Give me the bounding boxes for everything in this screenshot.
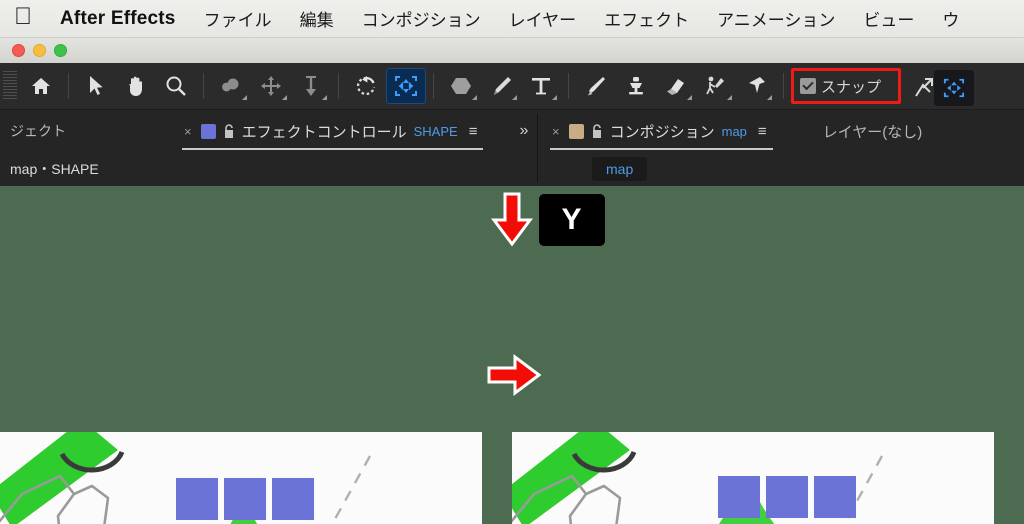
tab-layer-none[interactable]: レイヤー(なし) xyxy=(823,121,923,142)
tab-sublabel: map xyxy=(721,123,747,139)
snap-highlight-box: スナップ xyxy=(791,68,901,104)
close-icon[interactable]: × xyxy=(184,124,194,139)
right-panel: × コンポジション map ≡ レイヤー(なし) map xyxy=(540,110,1024,186)
effect-controls-subtitle-row: map・SHAPE xyxy=(0,152,538,186)
snap-checkbox[interactable] xyxy=(800,78,816,94)
screenshot-root:  After Effects ファイル 編集 コンポジション レイヤー エフェ… xyxy=(0,0,1024,524)
tab-effect-controls[interactable]: × エフェクトコントロール SHAPE ≡ xyxy=(180,114,485,150)
tab-label: エフェクトコントロール xyxy=(241,123,407,141)
minimize-traffic-light[interactable] xyxy=(33,44,46,57)
selection-tool-icon[interactable] xyxy=(76,68,116,104)
shape-tool-icon[interactable] xyxy=(441,68,481,104)
after-comp-viewport[interactable] xyxy=(512,432,994,524)
layer-color-swatch xyxy=(200,123,216,139)
menubar-item-animation[interactable]: アニメーション xyxy=(703,6,849,31)
composition-breadcrumb-row: map xyxy=(540,152,1024,186)
zoom-tool-icon[interactable] xyxy=(156,68,196,104)
home-icon[interactable] xyxy=(21,68,61,104)
type-tool-icon[interactable] xyxy=(521,68,561,104)
menubar-item-composition[interactable]: コンポジション xyxy=(348,6,495,31)
toolbar-separator xyxy=(203,73,204,99)
dolly-camera-tool-icon[interactable] xyxy=(291,68,331,104)
key-hint-label: Y xyxy=(561,203,583,236)
before-comp-viewport[interactable] xyxy=(0,432,482,524)
toolbar-separator xyxy=(68,73,69,99)
menubar-app-name[interactable]: After Effects xyxy=(46,8,190,30)
tab-label: コンポジション xyxy=(609,123,715,141)
left-panel: ジェクト × エフェクトコントロール SHAPE ≡ » map・SHAPE xyxy=(0,110,538,186)
lock-icon[interactable] xyxy=(591,123,603,139)
red-right-arrow-icon xyxy=(487,354,542,396)
menubar-item-layer[interactable]: レイヤー xyxy=(495,6,591,31)
red-down-arrow-icon xyxy=(491,192,533,247)
pen-tool-icon[interactable] xyxy=(481,68,521,104)
panel-menu-icon[interactable]: ≡ xyxy=(465,123,478,140)
right-panel-tabrow: × コンポジション map ≡ レイヤー(なし) xyxy=(540,110,1024,152)
tab-composition[interactable]: × コンポジション map ≡ xyxy=(548,114,775,150)
lock-icon[interactable] xyxy=(223,123,235,139)
pan-camera-tool-icon[interactable] xyxy=(251,68,291,104)
pan-behind-anchor-point-tool-icon[interactable] xyxy=(386,68,426,104)
menubar-item-window[interactable]: ウ xyxy=(928,6,973,31)
panel-tab-area: ジェクト × エフェクトコントロール SHAPE ≡ » map・SHAPE ×… xyxy=(0,110,1024,186)
menubar-item-edit[interactable]: 編集 xyxy=(286,6,348,31)
toolbar-separator xyxy=(338,73,339,99)
panel-overflow-icon[interactable]: » xyxy=(519,122,528,140)
toolbar-separator xyxy=(433,73,434,99)
orbit-camera-tool-icon[interactable] xyxy=(211,68,251,104)
tab-project[interactable]: ジェクト xyxy=(8,121,76,141)
left-panel-tabrow: ジェクト × エフェクトコントロール SHAPE ≡ » xyxy=(0,110,538,152)
effect-controls-subtitle: map・SHAPE xyxy=(10,161,99,177)
snap-label[interactable]: スナップ xyxy=(821,76,881,97)
close-traffic-light[interactable] xyxy=(12,44,25,57)
tutorial-stage: Y xyxy=(0,186,1024,524)
brush-tool-icon[interactable] xyxy=(576,68,616,104)
blue-square-grid xyxy=(718,476,856,518)
clone-stamp-tool-icon[interactable] xyxy=(616,68,656,104)
panel-menu-icon[interactable]: ≡ xyxy=(754,123,767,140)
key-hint-badge: Y xyxy=(539,194,605,246)
menubar-item-file[interactable]: ファイル xyxy=(190,6,286,31)
menubar-item-view[interactable]: ビュー xyxy=(849,6,928,31)
blue-square-grid xyxy=(176,478,314,520)
comp-color-swatch xyxy=(568,123,584,139)
breadcrumb-map[interactable]: map xyxy=(592,157,648,181)
puppet-pin-tool-icon[interactable] xyxy=(736,68,776,104)
rotation-tool-icon[interactable] xyxy=(346,68,386,104)
close-icon[interactable]: × xyxy=(552,124,562,139)
menubar-item-effect[interactable]: エフェクト xyxy=(590,6,703,31)
transform-box-icon[interactable] xyxy=(934,70,974,106)
roto-brush-tool-icon[interactable] xyxy=(696,68,736,104)
macos-menubar:  After Effects ファイル 編集 コンポジション レイヤー エフェ… xyxy=(0,0,1024,38)
window-title-bar xyxy=(0,38,1024,63)
toolbar-separator xyxy=(783,73,784,99)
hand-tool-icon[interactable] xyxy=(116,68,156,104)
tab-sublabel: SHAPE xyxy=(413,123,458,139)
zoom-traffic-light[interactable] xyxy=(54,44,67,57)
toolbar-drag-grip[interactable] xyxy=(3,71,17,101)
eraser-tool-icon[interactable] xyxy=(656,68,696,104)
toolbar-separator xyxy=(568,73,569,99)
apple-logo-icon[interactable]:  xyxy=(0,5,46,32)
